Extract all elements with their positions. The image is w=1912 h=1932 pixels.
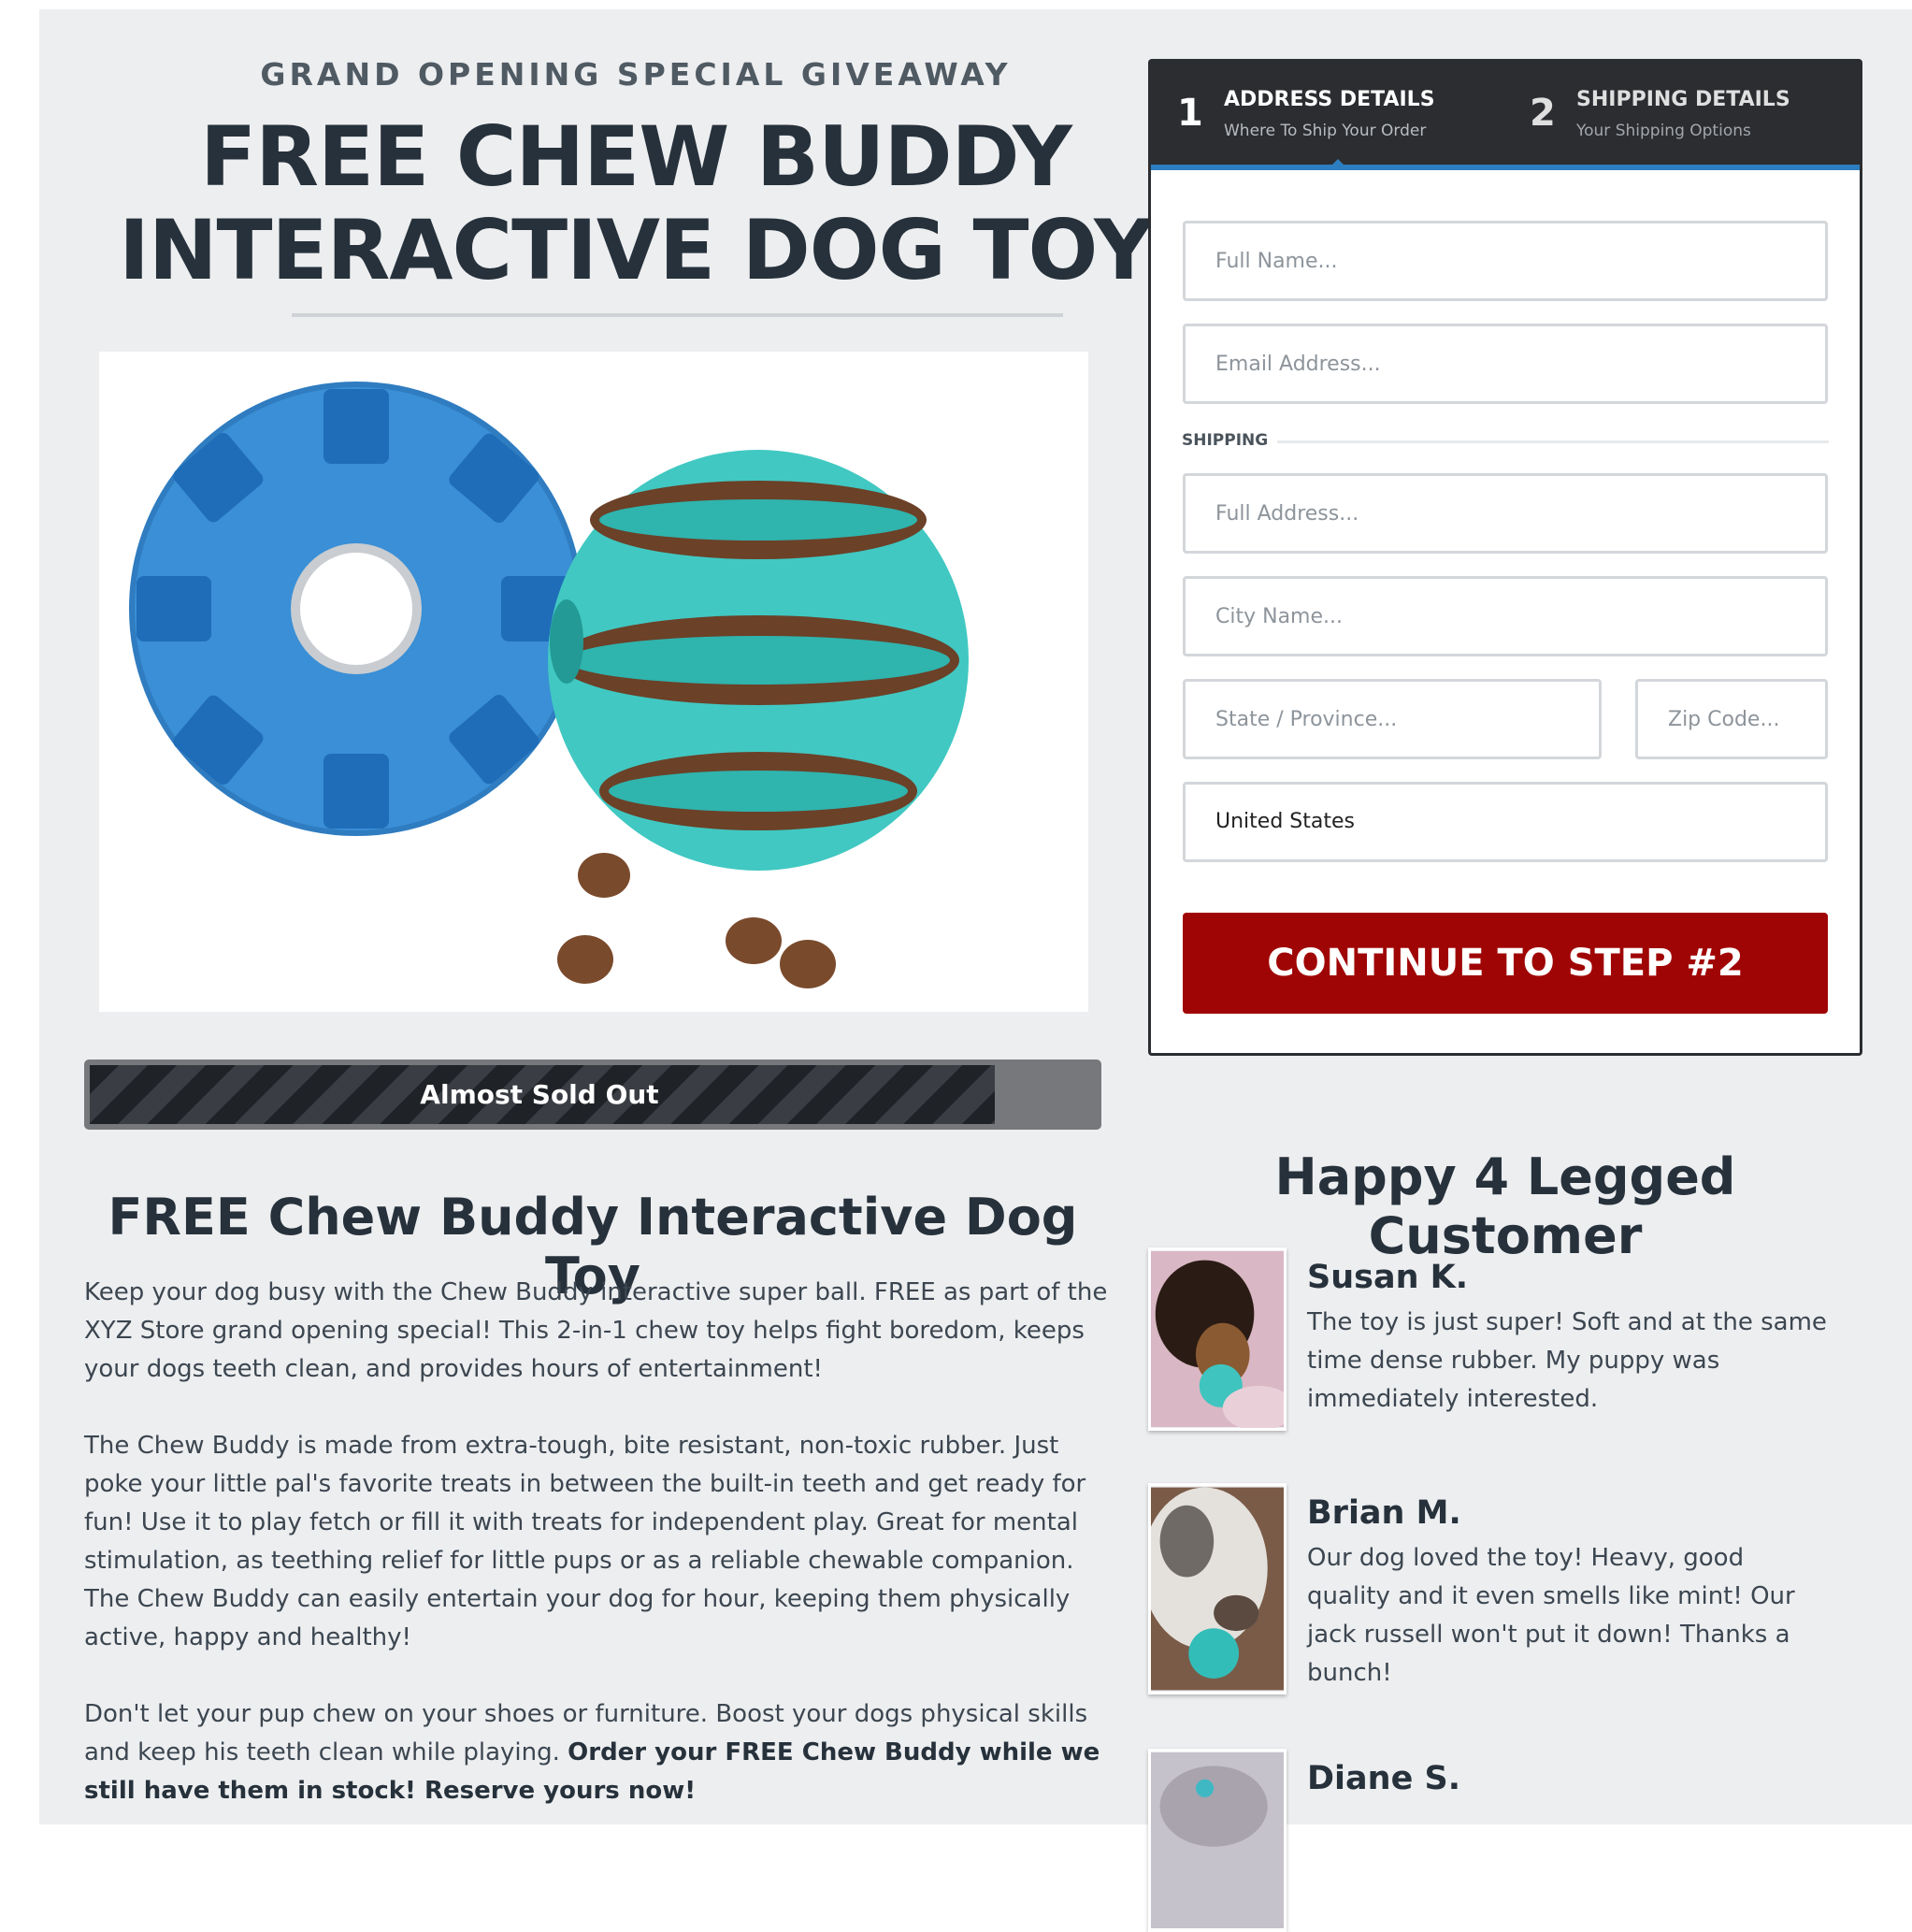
- step-shipping-details[interactable]: 2 SHIPPING DETAILS Your Shipping Options: [1530, 62, 1847, 165]
- step-1-title: ADDRESS DETAILS: [1224, 88, 1435, 111]
- promo-eyebrow: GRAND OPENING SPECIAL GIVEAWAY: [260, 56, 1012, 93]
- state-field[interactable]: [1183, 679, 1602, 759]
- chew-balls-illustration: [129, 382, 969, 988]
- zip-code-field[interactable]: [1635, 679, 1828, 759]
- step-2-subtitle: Your Shipping Options: [1576, 122, 1751, 140]
- kibble-pieces: [557, 853, 836, 988]
- reviewer-name: Brian M.: [1307, 1494, 1461, 1532]
- active-step-caret-icon: [1327, 159, 1349, 170]
- continue-to-step-2-button[interactable]: CONTINUE TO STEP #2: [1183, 913, 1828, 1014]
- dog-photo-image: [1151, 1487, 1284, 1691]
- headline-divider: [292, 313, 1063, 317]
- country-select-value: United States: [1215, 810, 1355, 833]
- checkout-steps: 1 ADDRESS DETAILS Where To Ship Your Ord…: [1151, 62, 1860, 170]
- customer-photo-susan: [1148, 1247, 1287, 1431]
- headline-line-2: INTERACTIVE DOG TOY: [119, 202, 1154, 298]
- reviewer-name: Diane S.: [1307, 1760, 1461, 1797]
- product-description: Keep your dog busy with the Chew Buddy i…: [84, 1274, 1113, 1849]
- step-1-number: 1: [1177, 92, 1203, 135]
- city-field[interactable]: [1183, 576, 1828, 656]
- order-form: 1 ADDRESS DETAILS Where To Ship Your Ord…: [1148, 59, 1862, 1056]
- full-name-field[interactable]: [1183, 221, 1828, 301]
- review-text: The toy is just super! Soft and at the s…: [1307, 1308, 1827, 1413]
- address-field[interactable]: [1183, 473, 1828, 554]
- description-paragraph-2: The Chew Buddy is made from extra-tough,…: [84, 1432, 1086, 1651]
- headline-line-1: FREE CHEW BUDDY: [200, 108, 1072, 205]
- stock-progress-bar: Almost Sold Out: [84, 1060, 1101, 1130]
- description-paragraph-1: Keep your dog busy with the Chew Buddy i…: [84, 1278, 1108, 1383]
- dog-photo-image: [1151, 1250, 1284, 1428]
- step-1-subtitle: Where To Ship Your Order: [1224, 122, 1427, 140]
- customer-photo-diane: [1148, 1749, 1287, 1932]
- step-address-details[interactable]: 1 ADDRESS DETAILS Where To Ship Your Ord…: [1177, 62, 1495, 165]
- review-text: Our dog loved the toy! Heavy, good quali…: [1307, 1544, 1795, 1687]
- shipping-section-label: SHIPPING: [1182, 431, 1269, 450]
- product-image: [99, 352, 1088, 1012]
- landing-page: GRAND OPENING SPECIAL GIVEAWAY FREE CHEW…: [39, 9, 1912, 1932]
- step-2-number: 2: [1530, 92, 1556, 135]
- blue-chew-ball: [129, 382, 583, 836]
- shipping-section-divider: [1277, 440, 1829, 443]
- email-field[interactable]: [1183, 324, 1828, 404]
- customer-photo-brian: [1148, 1483, 1287, 1694]
- country-select[interactable]: United States: [1183, 782, 1828, 862]
- teal-chew-ball: [548, 450, 969, 871]
- dog-photo-image: [1151, 1752, 1284, 1929]
- description-paragraph-3: Don't let your pup chew on your shoes or…: [84, 1695, 1113, 1810]
- step-2-title: SHIPPING DETAILS: [1576, 88, 1790, 111]
- stock-progress-label: Almost Sold Out: [420, 1079, 659, 1110]
- reviewer-name: Susan K.: [1307, 1259, 1469, 1296]
- page-headline: FREE CHEW BUDDY INTERACTIVE DOG TOY: [84, 110, 1187, 297]
